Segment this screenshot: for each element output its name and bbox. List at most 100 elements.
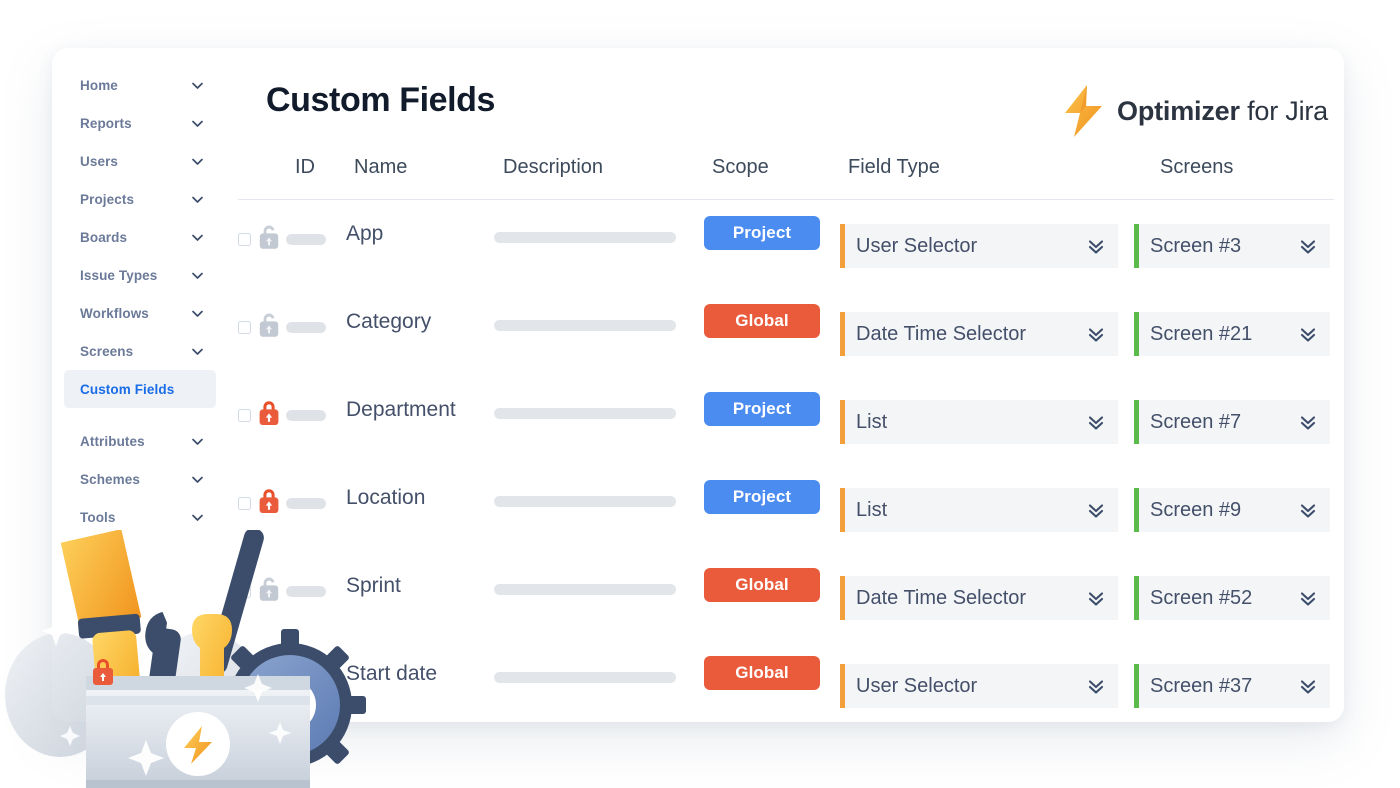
- field-type-select[interactable]: User Selector: [840, 224, 1118, 268]
- field-name[interactable]: Department: [346, 398, 456, 422]
- lock-closed-icon[interactable]: [258, 488, 280, 514]
- sidebar-item-custom-fields[interactable]: Custom Fields: [64, 370, 216, 408]
- description-placeholder-bar: [494, 408, 676, 419]
- sidebar-item-workflows[interactable]: Workflows: [64, 294, 216, 332]
- chevron-down-icon[interactable]: [191, 435, 204, 448]
- column-header-description[interactable]: Description: [503, 156, 603, 179]
- double-chevron-down-icon[interactable]: [1086, 324, 1106, 344]
- screens-value: Screen #9: [1150, 498, 1242, 521]
- column-header-field-type[interactable]: Field Type: [848, 156, 940, 179]
- double-chevron-down-icon[interactable]: [1298, 500, 1318, 520]
- table-row: Department Project List Screen #7: [228, 376, 1344, 464]
- field-name[interactable]: Category: [346, 310, 431, 334]
- row-checkbox[interactable]: [238, 321, 251, 334]
- sidebar-item-reports[interactable]: Reports: [64, 104, 216, 142]
- column-header-scope[interactable]: Scope: [712, 156, 769, 179]
- sidebar-item-users[interactable]: Users: [64, 142, 216, 180]
- screens-select[interactable]: Screen #21: [1134, 312, 1330, 356]
- scope-badge[interactable]: Project: [704, 216, 820, 250]
- sidebar-item-label: Home: [80, 77, 118, 93]
- screens-select[interactable]: Screen #9: [1134, 488, 1330, 532]
- chevron-down-icon[interactable]: [191, 117, 204, 130]
- field-type-select[interactable]: List: [840, 400, 1118, 444]
- scope-badge[interactable]: Global: [704, 304, 820, 338]
- toolbox-with-gear-illustration: [0, 528, 400, 788]
- field-type-select[interactable]: Date Time Selector: [840, 312, 1118, 356]
- screens-value: Screen #21: [1150, 322, 1253, 345]
- chevron-down-icon[interactable]: [191, 511, 204, 524]
- sidebar-item-label: Boards: [80, 229, 128, 245]
- description-placeholder-bar: [494, 320, 676, 331]
- field-type-select[interactable]: User Selector: [840, 664, 1118, 708]
- double-chevron-down-icon[interactable]: [1298, 324, 1318, 344]
- lock-closed-icon[interactable]: [258, 400, 280, 426]
- chevron-down-icon[interactable]: [191, 193, 204, 206]
- sidebar-item-schemes[interactable]: Schemes: [64, 460, 216, 498]
- field-type-value: Date Time Selector: [856, 586, 1027, 609]
- lock-open-icon[interactable]: [258, 312, 280, 338]
- chevron-down-icon[interactable]: [191, 473, 204, 486]
- field-name[interactable]: Location: [346, 486, 425, 510]
- column-header-screens[interactable]: Screens: [1160, 156, 1233, 179]
- field-type-value: List: [856, 410, 888, 433]
- screens-value: Screen #37: [1150, 674, 1253, 697]
- column-header-name[interactable]: Name: [354, 156, 407, 179]
- chevron-down-icon[interactable]: [191, 155, 204, 168]
- screens-select[interactable]: Screen #7: [1134, 400, 1330, 444]
- double-chevron-down-icon[interactable]: [1086, 236, 1106, 256]
- table-row: App Project User Selector Screen #3: [228, 200, 1344, 288]
- field-type-select[interactable]: Date Time Selector: [840, 576, 1118, 620]
- page-title: Custom Fields: [266, 81, 496, 119]
- chevron-down-icon[interactable]: [191, 79, 204, 92]
- sidebar-item-label: Users: [80, 153, 119, 169]
- row-checkbox[interactable]: [238, 497, 251, 510]
- description-placeholder-bar: [494, 672, 676, 683]
- id-placeholder-bar: [286, 410, 326, 421]
- sidebar-item-label: Issue Types: [80, 267, 158, 283]
- sidebar-item-attributes[interactable]: Attributes: [64, 422, 216, 460]
- sidebar-item-issue-types[interactable]: Issue Types: [64, 256, 216, 294]
- double-chevron-down-icon[interactable]: [1298, 412, 1318, 432]
- double-chevron-down-icon[interactable]: [1086, 500, 1106, 520]
- field-name[interactable]: App: [346, 222, 383, 246]
- brand-name: Optimizer for Jira: [1117, 96, 1328, 127]
- scope-badge[interactable]: Project: [704, 392, 820, 426]
- double-chevron-down-icon[interactable]: [1086, 412, 1106, 432]
- scope-badge[interactable]: Global: [704, 568, 820, 602]
- scope-badge[interactable]: Global: [704, 656, 820, 690]
- chevron-down-icon[interactable]: [191, 307, 204, 320]
- id-placeholder-bar: [286, 498, 326, 509]
- screens-select[interactable]: Screen #3: [1134, 224, 1330, 268]
- sidebar-item-label: Custom Fields: [80, 381, 175, 397]
- double-chevron-down-icon[interactable]: [1298, 236, 1318, 256]
- chevron-down-icon[interactable]: [191, 345, 204, 358]
- chevron-down-icon[interactable]: [191, 231, 204, 244]
- screens-value: Screen #7: [1150, 410, 1242, 433]
- field-type-select[interactable]: List: [840, 488, 1118, 532]
- double-chevron-down-icon[interactable]: [1298, 676, 1318, 696]
- double-chevron-down-icon[interactable]: [1086, 588, 1106, 608]
- chevron-down-icon[interactable]: [191, 269, 204, 282]
- description-placeholder-bar: [494, 496, 676, 507]
- sidebar-item-screens[interactable]: Screens: [64, 332, 216, 370]
- brand-primary: Optimizer: [1117, 95, 1240, 126]
- column-header-id[interactable]: ID: [295, 156, 315, 179]
- row-checkbox[interactable]: [238, 409, 251, 422]
- sidebar-item-home[interactable]: Home: [64, 66, 216, 104]
- table-row: Category Global Date Time Selector Screen #…: [228, 288, 1344, 376]
- brand-logo: Optimizer for Jira: [1061, 83, 1328, 139]
- field-type-value: User Selector: [856, 234, 978, 257]
- sidebar-item-label: Attributes: [80, 433, 145, 449]
- sidebar-item-projects[interactable]: Projects: [64, 180, 216, 218]
- screens-select[interactable]: Screen #52: [1134, 576, 1330, 620]
- lock-open-icon[interactable]: [258, 224, 280, 250]
- row-checkbox[interactable]: [238, 233, 251, 246]
- sidebar-item-label: Schemes: [80, 471, 140, 487]
- double-chevron-down-icon[interactable]: [1086, 676, 1106, 696]
- table-header: ID Name Description Scope Field Type Screens: [238, 156, 1334, 200]
- double-chevron-down-icon[interactable]: [1298, 588, 1318, 608]
- screens-select[interactable]: Screen #37: [1134, 664, 1330, 708]
- brand-suffix: for Jira: [1247, 95, 1328, 126]
- sidebar-item-boards[interactable]: Boards: [64, 218, 216, 256]
- scope-badge[interactable]: Project: [704, 480, 820, 514]
